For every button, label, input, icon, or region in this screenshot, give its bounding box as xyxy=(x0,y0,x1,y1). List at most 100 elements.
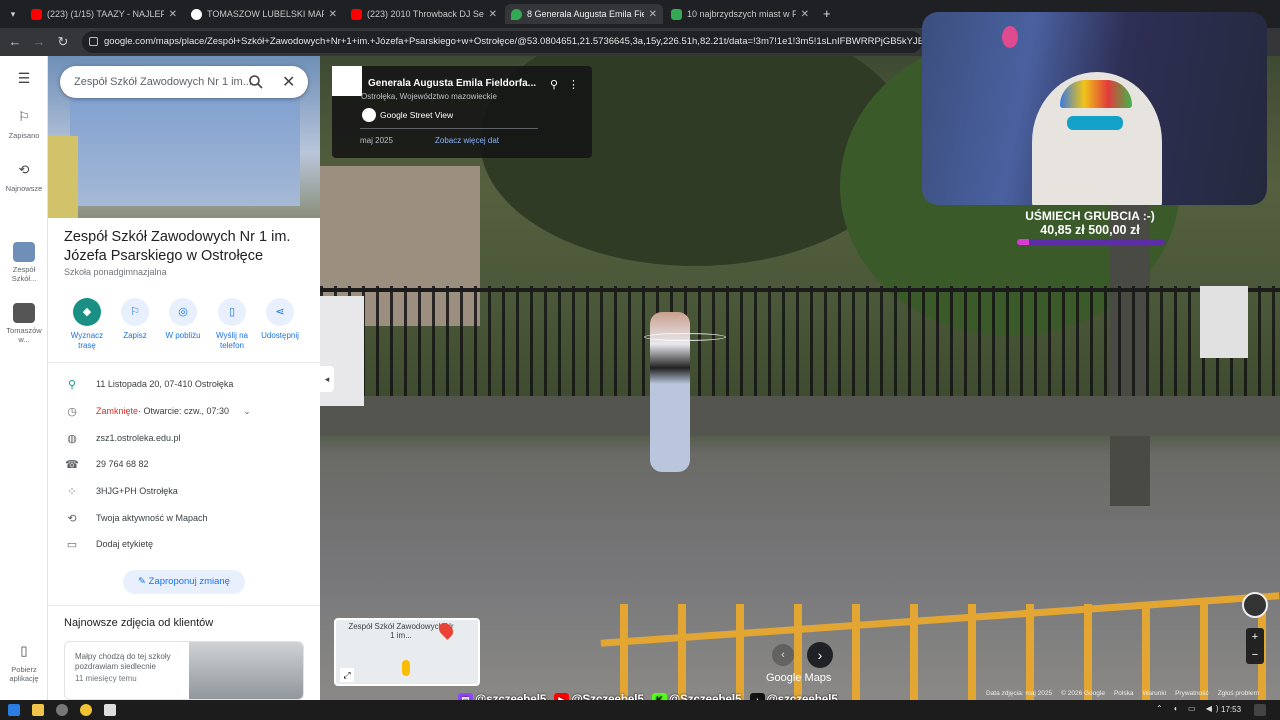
phone-icon: ☎ xyxy=(65,458,79,471)
rail-item-get-app[interactable]: ▯ Pobierz aplikację xyxy=(0,643,48,683)
place-category[interactable]: Szkoła ponadgimnazjalna xyxy=(64,267,167,277)
zoom-controls[interactable]: + − xyxy=(1246,628,1264,664)
suggest-edit-label: Zaproponuj zmianę xyxy=(148,576,230,587)
close-icon[interactable]: ✕ xyxy=(329,9,337,20)
system-tray-icons[interactable]: ⌃ ◖ ▭ ◀) xyxy=(1156,704,1223,713)
street-region: Ostrołęka, Województwo mazowieckie xyxy=(361,92,497,101)
taskbar-clock[interactable]: 17:53 xyxy=(1221,705,1241,714)
history-icon: ⟲ xyxy=(18,162,30,177)
fence-rail xyxy=(320,288,1280,292)
divider xyxy=(360,128,538,129)
mini-map[interactable]: Zespół Szkół Zawodowych Nr 1 im... ⤢ xyxy=(334,618,480,686)
search-input[interactable]: Zespół Szkół Zawodowych Nr 1 im... xyxy=(60,66,308,98)
photo-review-card[interactable]: Małpy chodzą do tej szkoły pozdrawiam si… xyxy=(64,641,304,700)
nearby-button[interactable]: ◎ W pobliżu xyxy=(157,298,209,341)
activity-link: Twoja aktywność w Mapach xyxy=(96,513,208,523)
app-icon[interactable] xyxy=(104,704,116,716)
website-link[interactable]: zsz1.ostroleka.edu.pl xyxy=(96,433,181,443)
sunglasses xyxy=(1067,116,1123,130)
notifications-icon[interactable] xyxy=(1254,704,1266,716)
action-label: Wyślij na telefon xyxy=(216,331,248,350)
close-icon[interactable]: ✕ xyxy=(801,9,809,20)
send-phone-icon: ▯ xyxy=(218,298,246,326)
divider xyxy=(48,605,320,606)
youtube-icon xyxy=(351,8,362,20)
directions-icon: ◆ xyxy=(73,298,101,326)
share-button[interactable]: ⋖ Udostępnij xyxy=(254,298,306,341)
menu-icon[interactable]: ☰ xyxy=(0,71,48,85)
bookmark-icon: ⚐ xyxy=(121,298,149,326)
chevron-right-icon[interactable]: › xyxy=(807,642,833,668)
address-bar[interactable]: google.com/maps/place/Zespół+Szkół+Zawod… xyxy=(82,31,922,53)
zoom-out-icon[interactable]: − xyxy=(1246,646,1264,664)
google-maps-brand: Google Maps xyxy=(766,672,832,684)
collapse-panel-icon[interactable]: ◂ xyxy=(320,366,334,392)
info-row-phone[interactable]: ☎ 29 764 68 82 xyxy=(64,456,309,472)
browser-tab[interactable]: (223) (1/15) TAAZY - NAJLEPSZ ✕ xyxy=(25,4,183,24)
reload-icon[interactable]: ↻ xyxy=(54,33,72,51)
location-pin-icon[interactable]: ⚲ xyxy=(550,78,558,91)
cursor-ring xyxy=(644,333,726,341)
phone-icon: ▯ xyxy=(20,643,28,658)
browser-tab[interactable]: TOMASZOW LUBELSKI MAPY G ✕ xyxy=(185,4,343,24)
back-icon[interactable]: ← xyxy=(6,33,24,51)
google-icon xyxy=(362,108,376,122)
chevron-down-icon[interactable]: ⌄ xyxy=(243,406,251,417)
windows-start-icon[interactable] xyxy=(8,704,20,716)
tab-search-icon[interactable]: ▾ xyxy=(4,5,22,23)
street-view-brand: Google Street View xyxy=(380,110,454,120)
plus-code-icon: ⁘ xyxy=(67,485,77,498)
close-icon[interactable]: ✕ xyxy=(169,9,177,20)
review-text: Małpy chodzą do tej szkoły pozdrawiam si… xyxy=(75,652,171,671)
browser-tab[interactable]: 10 najbrzydszych miast w Polsc ✕ xyxy=(665,4,815,24)
fence-base xyxy=(320,396,1280,436)
info-row-activity[interactable]: ⟲ Twoja aktywność w Mapach xyxy=(64,510,309,526)
rail-item-place-2[interactable]: Tomaszów w... xyxy=(0,303,48,344)
save-button[interactable]: ⚐ Zapisz xyxy=(109,298,161,341)
chrome-icon[interactable] xyxy=(80,704,92,716)
review-photo[interactable] xyxy=(189,642,303,699)
banner-sign xyxy=(1200,286,1248,358)
new-tab-button[interactable]: + xyxy=(823,6,831,21)
chevron-left-icon[interactable]: ‹ xyxy=(772,644,794,666)
site-info-icon[interactable] xyxy=(89,37,98,46)
info-row-hours[interactable]: ◷ Zamknięte · Otwarcie: czw., 07:30 ⌄ xyxy=(64,403,309,419)
file-explorer-icon[interactable] xyxy=(32,704,44,716)
info-row-label[interactable]: ▭ Dodaj etykietę xyxy=(64,536,309,552)
app-icon[interactable] xyxy=(56,704,68,716)
more-options-icon[interactable]: ⋮ xyxy=(568,78,579,91)
see-more-dates-link[interactable]: Zobacz więcej dat xyxy=(435,136,499,145)
expand-icon[interactable]: ⤢ xyxy=(340,668,354,682)
divider xyxy=(48,362,320,363)
browser-tab-active[interactable]: 8 Generala Augusta Emila Field ✕ xyxy=(505,4,663,24)
back-to-map-button[interactable] xyxy=(332,66,362,96)
action-label: Udostępnij xyxy=(261,331,299,340)
compass-icon[interactable] xyxy=(1242,592,1268,618)
browser-tab[interactable]: (223) 2010 Throwback DJ Se ✕ xyxy=(345,4,503,24)
maps-pin-icon xyxy=(511,8,522,20)
close-icon[interactable]: ✕ xyxy=(489,9,497,20)
history-icon: ⟲ xyxy=(67,512,77,525)
send-to-phone-button[interactable]: ▯ Wyślij na telefon xyxy=(206,298,258,351)
search-icon[interactable] xyxy=(248,74,264,90)
forward-icon[interactable]: → xyxy=(30,33,48,51)
rail-item-place-1[interactable]: Zespół Szkół... xyxy=(0,242,48,283)
zoom-in-icon[interactable]: + xyxy=(1246,628,1264,646)
rail-label: Zespół Szkół... xyxy=(11,265,37,283)
action-label: Wyznacz trasę xyxy=(70,331,104,350)
directions-button[interactable]: ◆ Wyznacz trasę xyxy=(61,298,113,351)
building-image xyxy=(70,86,300,206)
pegman-icon[interactable] xyxy=(402,660,410,676)
close-icon[interactable]: ✕ xyxy=(649,9,657,20)
close-icon[interactable]: ✕ xyxy=(282,72,295,92)
donation-goal-progress xyxy=(1017,239,1165,245)
info-row-website[interactable]: ◍ zsz1.ostroleka.edu.pl xyxy=(64,430,309,446)
rail-item-saved[interactable]: ⚐ Zapisano xyxy=(0,110,48,140)
rail-item-recent[interactable]: ⟲ Najnowsze xyxy=(0,162,48,193)
webcam-overlay xyxy=(922,12,1267,205)
donation-goal-title: UŚMIECH GRUBCIA :-) xyxy=(1025,209,1155,223)
clock-icon: ◷ xyxy=(67,405,77,418)
suggest-edit-button[interactable]: ✎ Zaproponuj zmianę xyxy=(123,570,245,594)
info-row-address[interactable]: ⚲ 11 Listopada 20, 07-410 Ostrołęka xyxy=(64,376,309,392)
info-row-plus-code[interactable]: ⁘ 3HJG+PH Ostrołęka xyxy=(64,483,309,499)
